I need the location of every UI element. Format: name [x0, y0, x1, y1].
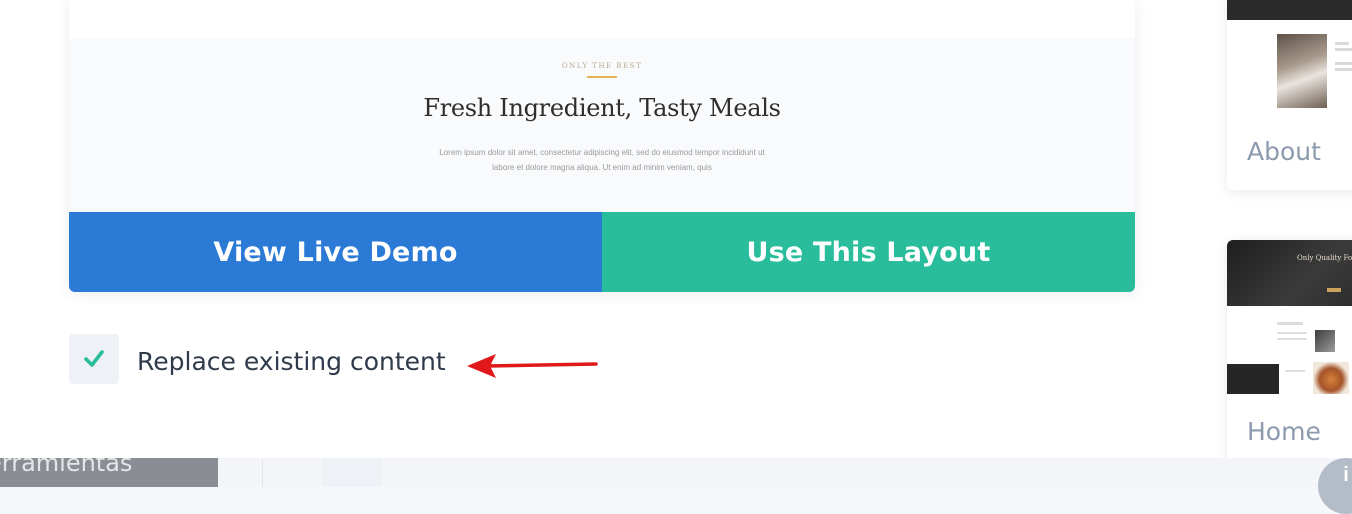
preview-eyebrow-rule — [587, 76, 617, 78]
layout-modal: ONLY THE BEST Fresh Ingredient, Tasty Me… — [0, 0, 1352, 470]
layout-preview-image: ONLY THE BEST Fresh Ingredient, Tasty Me… — [69, 0, 1135, 212]
thumbnail-text-line — [1335, 42, 1349, 45]
thumbnail-text-line — [1277, 332, 1307, 334]
red-arrow-annotation — [467, 354, 598, 378]
layout-card-about[interactable]: About — [1227, 0, 1352, 190]
bottom-bar: erramientas — [0, 458, 1352, 487]
thumbnail-image — [1315, 330, 1335, 352]
thumbnail-text-line — [1335, 62, 1352, 65]
preview-body-text: Lorem ipsum dolor sit amet, consectetur … — [439, 148, 765, 172]
thumbnail-text-line — [1335, 48, 1352, 51]
view-live-demo-button[interactable]: View Live Demo — [69, 212, 602, 292]
thumbnail-header-band — [1227, 0, 1352, 20]
thumbnail-text-line — [1277, 322, 1303, 325]
layout-label-home: Home — [1247, 417, 1321, 446]
preview-top-band — [69, 0, 1135, 38]
thumbnail-hero-button — [1327, 288, 1341, 292]
layout-preview-card: ONLY THE BEST Fresh Ingredient, Tasty Me… — [69, 0, 1135, 292]
use-this-layout-button[interactable]: Use This Layout — [602, 212, 1135, 292]
preview-heading: Fresh Ingredient, Tasty Meals — [423, 94, 781, 122]
tools-tab-label: erramientas — [0, 458, 133, 477]
layout-label-about: About — [1247, 137, 1321, 166]
thumbnail-photo — [1277, 34, 1327, 108]
bottom-bar-segment — [322, 458, 382, 487]
bottom-bar-divider — [262, 458, 263, 487]
thumbnail-text-line — [1277, 338, 1307, 340]
preview-eyebrow: ONLY THE BEST — [561, 62, 643, 70]
thumbnail-text-line — [1285, 370, 1305, 372]
replace-content-label[interactable]: Replace existing content — [137, 344, 446, 380]
check-icon — [84, 350, 104, 367]
tools-tab[interactable]: erramientas — [0, 458, 218, 487]
thumbnail-text-line — [1335, 68, 1352, 71]
layout-card-home[interactable]: Only Quality Fo Home — [1227, 240, 1352, 470]
thumbnail-food-image — [1313, 362, 1349, 394]
thumbnail-hero-text: Only Quality Fo — [1297, 254, 1352, 262]
about-layout-thumbnail — [1227, 0, 1352, 110]
thumbnail-hero — [1227, 240, 1352, 306]
home-layout-thumbnail: Only Quality Fo — [1227, 240, 1352, 394]
replace-content-checkbox[interactable] — [69, 334, 119, 384]
thumbnail-dark-block — [1227, 364, 1279, 394]
